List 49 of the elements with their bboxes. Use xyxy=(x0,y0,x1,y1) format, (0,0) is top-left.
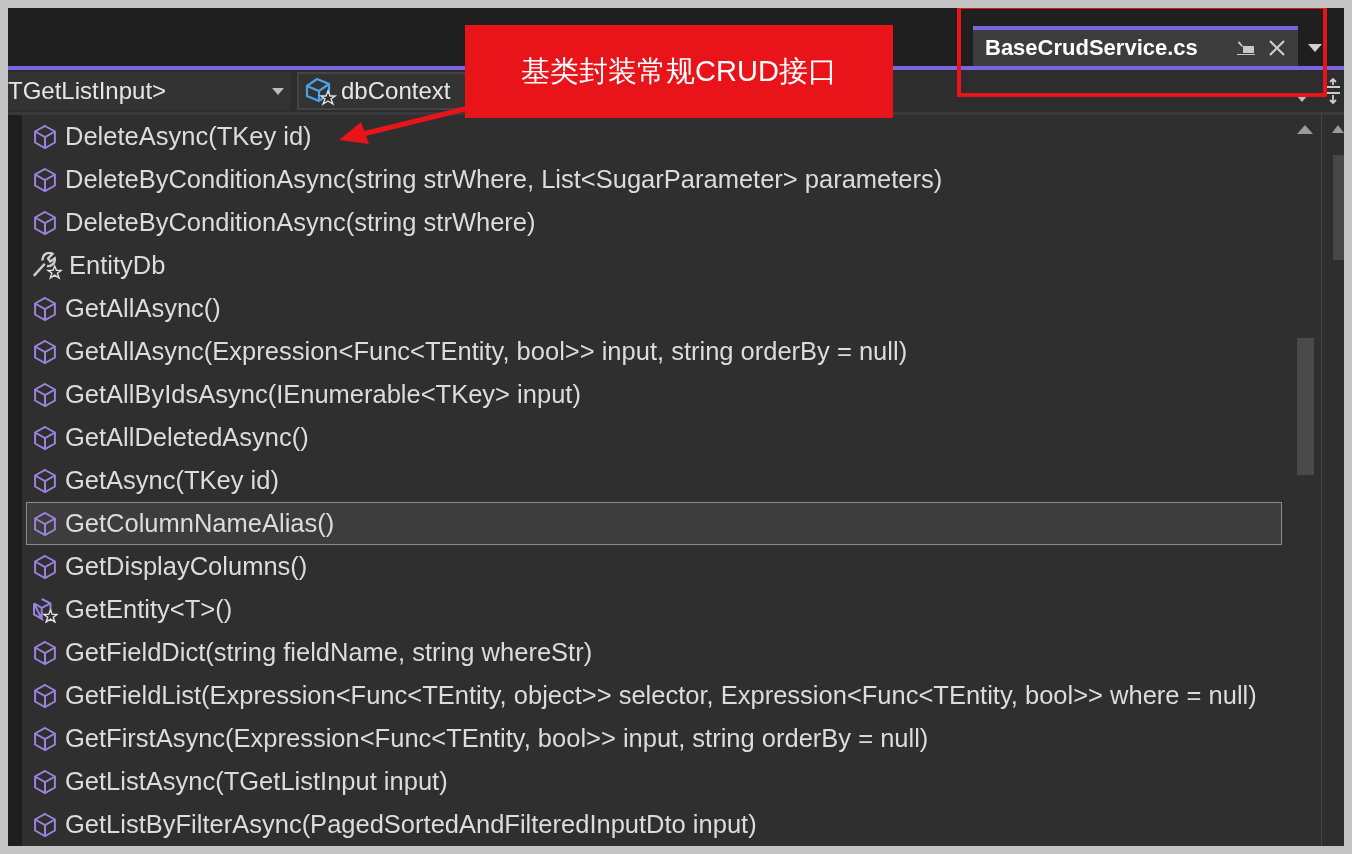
cube-icon xyxy=(31,811,59,838)
caret-icon[interactable] xyxy=(1308,44,1322,52)
scrollbar-thumb[interactable] xyxy=(1296,338,1314,475)
annotation-callout: 基类封装常规CRUD接口 xyxy=(465,25,893,118)
completion-item[interactable]: GetColumnNameAlias() xyxy=(26,502,1282,545)
cube-icon xyxy=(31,338,59,365)
scroll-up-icon[interactable] xyxy=(1297,125,1314,134)
split-icon[interactable] xyxy=(1326,78,1340,104)
cube-icon xyxy=(31,467,59,494)
completion-item[interactable]: GetFieldList(Expression<Func<TEntity, object>> selector, Expression<Func<TEntity, bool>> where = null) xyxy=(26,674,1282,717)
completion-item[interactable]: GetAsync(TKey id) xyxy=(26,459,1282,502)
completion-item[interactable]: GetEntity<T>() xyxy=(26,588,1282,631)
cube-icon xyxy=(31,725,59,752)
cube-icon xyxy=(31,553,59,580)
completion-item[interactable]: GetAllDeletedAsync() xyxy=(26,416,1282,459)
member-dropdown[interactable]: dbContext xyxy=(297,72,465,110)
cube-icon xyxy=(31,166,59,193)
pin-icon[interactable] xyxy=(1236,40,1256,56)
field-icon xyxy=(305,76,337,106)
completion-item[interactable]: GetFieldDict(string fieldName, string whereStr) xyxy=(26,631,1282,674)
document-tab[interactable]: BaseCrudService.cs xyxy=(973,26,1298,66)
cube-icon xyxy=(31,123,59,150)
caret-icon[interactable] xyxy=(1296,94,1308,102)
completion-item[interactable]: GetAllAsync(Expression<Func<TEntity, bool>> input, string orderBy = null) xyxy=(26,330,1282,373)
cube-icon xyxy=(31,510,59,537)
cube-star-icon xyxy=(31,596,59,623)
cube-icon xyxy=(31,639,59,666)
completion-item[interactable]: GetDisplayColumns() xyxy=(26,545,1282,588)
scrollbar-thumb[interactable] xyxy=(1333,155,1344,260)
completion-item[interactable]: DeleteByConditionAsync(string strWhere, List<SugarParameter> parameters) xyxy=(26,158,1282,201)
cube-icon xyxy=(31,768,59,795)
caret-icon xyxy=(272,87,284,95)
cube-icon xyxy=(31,295,59,322)
cube-icon xyxy=(31,381,59,408)
completion-item[interactable]: GetAllByIdsAsync(IEnumerable<TKey> input) xyxy=(26,373,1282,416)
cube-icon xyxy=(31,682,59,709)
close-icon[interactable] xyxy=(1268,39,1286,57)
wrench-star-icon xyxy=(31,251,63,280)
type-dropdown[interactable]: TGetListInput> xyxy=(8,72,290,110)
scroll-up-icon[interactable] xyxy=(1332,125,1344,133)
completion-item[interactable]: GetAllAsync() xyxy=(26,287,1282,330)
completion-item[interactable]: GetListByFilterAsync(PagedSortedAndFilteredInputDto input) xyxy=(26,803,1282,846)
completion-item[interactable]: EntityDb xyxy=(26,244,1282,287)
cube-icon xyxy=(31,209,59,236)
completion-item[interactable]: DeleteAsync(TKey id) xyxy=(26,115,1282,158)
completion-item[interactable]: DeleteByConditionAsync(string strWhere) xyxy=(26,201,1282,244)
cube-icon xyxy=(31,424,59,451)
completion-item[interactable]: GetFirstAsync(Expression<Func<TEntity, bool>> input, string orderBy = null) xyxy=(26,717,1282,760)
completion-item[interactable]: GetListAsync(TGetListInput input) xyxy=(26,760,1282,803)
